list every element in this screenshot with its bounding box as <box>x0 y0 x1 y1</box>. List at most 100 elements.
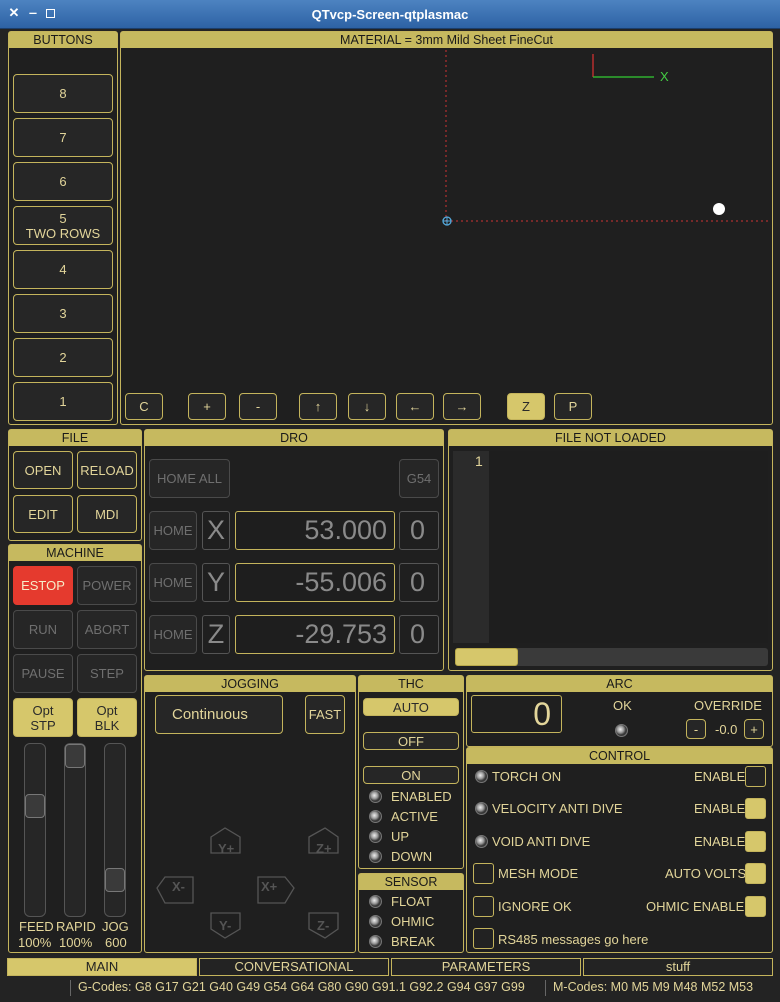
dro-y-offset[interactable]: 0 <box>399 563 439 602</box>
window-title: QTvcp-Screen-qtplasmac <box>311 7 469 22</box>
user-button-1[interactable]: 1 <box>13 382 113 421</box>
void-anti-dive-checkbox[interactable] <box>745 831 766 852</box>
jog-z-plus-button[interactable]: Z+ <box>316 841 332 856</box>
ohmic-enable-label: OHMIC ENABLE <box>646 899 745 914</box>
reload-button[interactable]: RELOAD <box>77 451 137 489</box>
optional-block-button[interactable]: Opt BLK <box>77 698 137 737</box>
jog-x-minus-button[interactable]: X- <box>172 879 185 894</box>
preview-view-p-button[interactable]: P <box>554 393 592 420</box>
rapid-slider-handle[interactable] <box>65 744 85 768</box>
thc-down-label: DOWN <box>391 849 433 864</box>
torch-on-label: TORCH ON <box>492 769 562 784</box>
preview-pan-left-button[interactable]: ← <box>396 393 434 420</box>
run-button[interactable]: RUN <box>13 610 73 649</box>
rs485-checkbox[interactable] <box>473 928 494 949</box>
jog-slider-handle[interactable] <box>105 868 125 892</box>
jog-mode-select[interactable]: Continuous <box>155 695 283 734</box>
dro-z-offset[interactable]: 0 <box>399 615 439 654</box>
maximize-icon[interactable] <box>46 9 55 18</box>
dro-panel: DRO HOME ALL G54 HOME X 53.000 0 HOME Y -55.00… <box>144 429 444 671</box>
axis-z-label: Z <box>202 615 230 654</box>
thc-up-label: UP <box>391 829 410 844</box>
power-button[interactable]: POWER <box>77 566 137 605</box>
tab-stuff[interactable]: stuff <box>583 958 773 976</box>
gcode-editor[interactable] <box>489 451 768 643</box>
preview-clear-button[interactable]: C <box>125 393 163 420</box>
dro-x-value[interactable]: 53.000 <box>235 511 395 550</box>
thc-enabled-label: ENABLED <box>391 789 452 804</box>
user-button-5[interactable]: 5 TWO ROWS <box>13 206 113 245</box>
mesh-mode-checkbox[interactable] <box>473 863 494 884</box>
home-z-button[interactable]: HOME <box>149 615 197 654</box>
override-plus-button[interactable]: + <box>744 719 764 739</box>
home-all-button[interactable]: HOME ALL <box>149 459 230 498</box>
abort-button[interactable]: ABORT <box>77 610 137 649</box>
preview-pan-up-button[interactable]: ↑ <box>299 393 337 420</box>
home-x-button[interactable]: HOME <box>149 511 197 550</box>
user-button-8[interactable]: 8 <box>13 74 113 113</box>
jog-z-minus-button[interactable]: Z- <box>317 918 329 933</box>
ignore-ok-label: IGNORE OK <box>498 899 572 914</box>
user-button-3[interactable]: 3 <box>13 294 113 333</box>
rapid-slider[interactable] <box>64 743 86 917</box>
machine-panel-title: MACHINE <box>9 545 141 561</box>
ohmic-enable-checkbox[interactable] <box>745 896 766 917</box>
machine-panel: MACHINE ESTOP POWER RUN ABORT PAUSE STEP… <box>8 544 142 953</box>
feed-slider[interactable] <box>24 743 46 917</box>
user-button-2[interactable]: 2 <box>13 338 113 377</box>
user-button-6[interactable]: 6 <box>13 162 113 201</box>
auto-volts-checkbox[interactable] <box>745 863 766 884</box>
thc-up-led <box>369 830 382 843</box>
close-icon[interactable]: ✕ <box>8 6 20 19</box>
gcode-preview-canvas[interactable] <box>121 48 772 392</box>
tab-main[interactable]: MAIN <box>7 958 197 976</box>
torch-enable-checkbox[interactable] <box>745 766 766 787</box>
thc-enabled-led <box>369 790 382 803</box>
coordinate-system-select[interactable]: G54 <box>399 459 439 498</box>
home-y-button[interactable]: HOME <box>149 563 197 602</box>
ignore-ok-checkbox[interactable] <box>473 896 494 917</box>
open-button[interactable]: OPEN <box>13 451 73 489</box>
optional-stop-button[interactable]: Opt STP <box>13 698 73 737</box>
thc-panel-title: THC <box>359 676 463 692</box>
tab-parameters[interactable]: PARAMETERS <box>391 958 581 976</box>
dro-z-value[interactable]: -29.753 <box>235 615 395 654</box>
jog-value: 600 <box>105 935 127 950</box>
user-button-7[interactable]: 7 <box>13 118 113 157</box>
thc-off-button[interactable]: OFF <box>363 732 459 750</box>
preview-zoom-in-button[interactable]: + <box>188 393 226 420</box>
velocity-anti-dive-checkbox[interactable] <box>745 798 766 819</box>
preview-pan-down-button[interactable]: ↓ <box>348 393 386 420</box>
velocity-anti-dive-led <box>475 802 488 815</box>
thc-on-button[interactable]: ON <box>363 766 459 784</box>
preview-pan-right-button[interactable]: → <box>443 393 481 420</box>
dro-y-value[interactable]: -55.006 <box>235 563 395 602</box>
preview-axis-x-label: X <box>660 69 669 84</box>
override-minus-button[interactable]: - <box>686 719 706 739</box>
dro-x-offset[interactable]: 0 <box>399 511 439 550</box>
preview-view-z-button[interactable]: Z <box>507 393 545 420</box>
progress-bar <box>455 648 768 666</box>
feed-slider-handle[interactable] <box>25 794 45 818</box>
sensor-panel: SENSOR FLOAT OHMIC BREAK <box>358 873 464 953</box>
step-button[interactable]: STEP <box>77 654 137 693</box>
jog-y-minus-button[interactable]: Y- <box>219 918 231 933</box>
fast-jog-button[interactable]: FAST <box>305 695 345 734</box>
thc-auto-button[interactable]: AUTO <box>363 698 459 716</box>
edit-button[interactable]: EDIT <box>13 495 73 533</box>
jog-slider[interactable] <box>104 743 126 917</box>
tab-conversational[interactable]: CONVERSATIONAL <box>199 958 389 976</box>
preview-zoom-out-button[interactable]: - <box>239 393 277 420</box>
pause-button[interactable]: PAUSE <box>13 654 73 693</box>
title-bar: ✕ ‒ QTvcp-Screen-qtplasmac <box>0 0 780 29</box>
jog-x-plus-button[interactable]: X+ <box>261 879 277 894</box>
user-button-4[interactable]: 4 <box>13 250 113 289</box>
estop-button[interactable]: ESTOP <box>13 566 73 605</box>
buttons-panel: BUTTONS 8 7 6 5 TWO ROWS 4 3 2 1 <box>8 31 118 425</box>
jog-y-plus-button[interactable]: Y+ <box>218 841 234 856</box>
gcode-panel-title: FILE NOT LOADED <box>449 430 772 446</box>
mdi-button[interactable]: MDI <box>77 495 137 533</box>
line-number: 1 <box>475 453 483 469</box>
minimize-icon[interactable]: ‒ <box>27 6 39 19</box>
auto-volts-label: AUTO VOLTS <box>665 866 747 881</box>
